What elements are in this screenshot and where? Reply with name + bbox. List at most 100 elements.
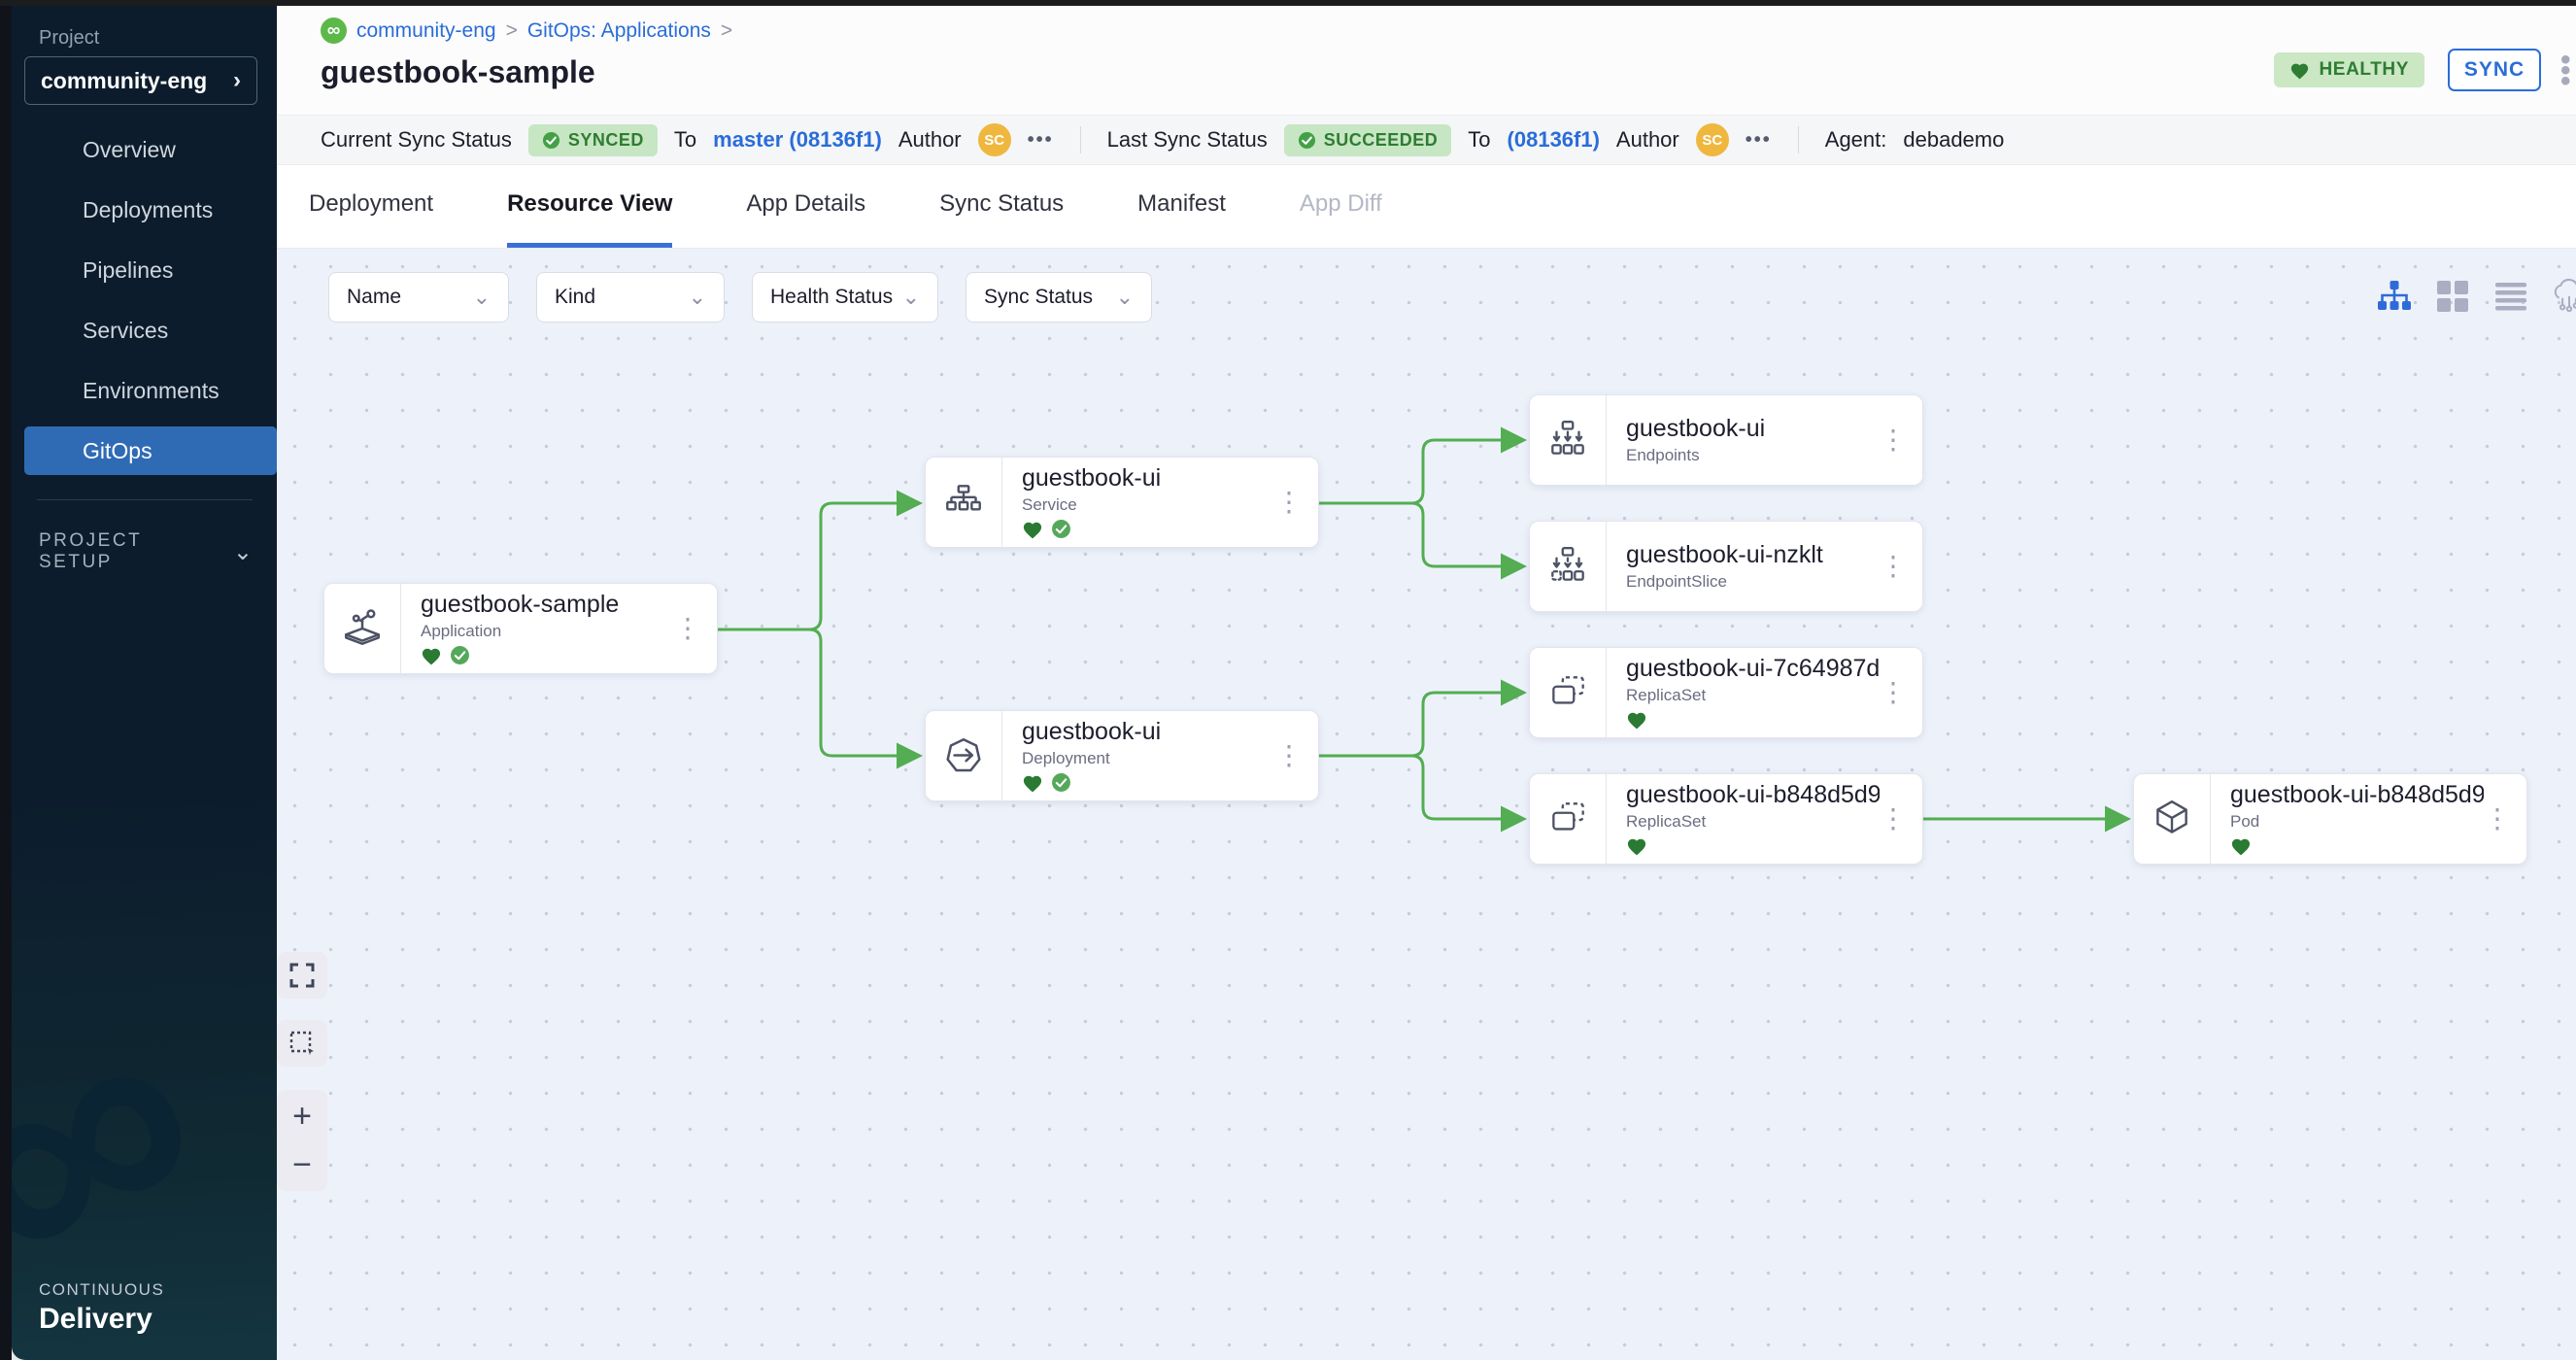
filter-name-dropdown[interactable]: Name⌄ xyxy=(328,272,509,323)
chevron-down-icon: ⌄ xyxy=(233,538,253,566)
node-kind: EndpointSlice xyxy=(1626,572,1823,592)
tab-manifest[interactable]: Manifest xyxy=(1137,165,1226,248)
tab-sync-status[interactable]: Sync Status xyxy=(939,165,1064,248)
view-mode-switcher xyxy=(2376,278,2576,315)
last-revision-link[interactable]: (08136f1) xyxy=(1508,127,1600,153)
author-avatar: SC xyxy=(978,123,1011,156)
synced-check-icon xyxy=(450,645,470,665)
main-area: ∞ community-eng > GitOps: Applications >… xyxy=(277,0,2576,1360)
filter-health-status-dropdown[interactable]: Health Status⌄ xyxy=(752,272,938,323)
node-title: guestbook-ui xyxy=(1022,464,1161,493)
sync-button[interactable]: SYNC xyxy=(2448,49,2541,91)
chevron-down-icon: ⌄ xyxy=(473,285,491,310)
node-kind: Application xyxy=(421,622,619,641)
node-kebab-icon[interactable]: ⋮ xyxy=(1275,489,1318,516)
fit-selection-button[interactable] xyxy=(277,1020,327,1067)
node-title: guestbook-sample xyxy=(421,591,619,619)
more-commits-icon[interactable]: ••• xyxy=(1028,129,1054,152)
list-view-icon[interactable] xyxy=(2492,278,2529,315)
tab-deployment[interactable]: Deployment xyxy=(309,165,433,248)
current-sync-label: Current Sync Status xyxy=(321,127,512,153)
agent-label: Agent: xyxy=(1825,127,1887,153)
node-kind: Endpoints xyxy=(1626,446,1765,465)
node-title: guestbook-ui xyxy=(1626,415,1765,443)
gitops-app-icon: ∞ xyxy=(321,17,347,44)
node-title: guestbook-ui-7c64987dc9 xyxy=(1626,655,1880,683)
health-status-badge: HEALTHY xyxy=(2274,52,2424,87)
node-replicaset-b848d5d9d[interactable]: guestbook-ui-b848d5d9d ReplicaSet ⋮ xyxy=(1529,773,1923,865)
fullscreen-icon xyxy=(289,963,315,988)
node-application[interactable]: guestbook-sample Application ⋮ xyxy=(323,583,718,674)
chevron-down-icon: ⌄ xyxy=(689,285,706,310)
sidebar-item-environments[interactable]: Environments xyxy=(24,366,277,415)
brand-line1: CONTINUOUS xyxy=(39,1280,164,1300)
node-kebab-icon[interactable]: ⋮ xyxy=(674,615,717,642)
sidebar-divider xyxy=(37,499,253,500)
project-selector[interactable]: community-eng › xyxy=(24,56,257,105)
node-title: guestbook-ui-b848d5d9... xyxy=(2230,781,2484,809)
to-label: To xyxy=(674,127,696,153)
healthy-heart-icon xyxy=(2230,836,2252,856)
sidebar-item-pipelines[interactable]: Pipelines xyxy=(24,246,277,294)
brand-line2: Delivery xyxy=(39,1303,164,1336)
tab-resource-view[interactable]: Resource View xyxy=(507,165,672,248)
filter-sync-status-dropdown[interactable]: Sync Status⌄ xyxy=(966,272,1152,323)
breadcrumb-section-link[interactable]: GitOps: Applications xyxy=(527,19,711,43)
node-status xyxy=(2230,834,2484,858)
healthy-heart-icon xyxy=(1626,836,1647,856)
fullscreen-button[interactable] xyxy=(277,952,327,999)
replicaset-icon xyxy=(1530,648,1607,737)
node-deployment[interactable]: guestbook-ui Deployment ⋮ xyxy=(925,710,1319,801)
node-kebab-icon[interactable]: ⋮ xyxy=(1275,742,1318,769)
breadcrumb-separator: > xyxy=(506,19,518,43)
node-kind: Service xyxy=(1022,495,1161,515)
node-kebab-icon[interactable]: ⋮ xyxy=(2484,805,2526,833)
chevron-down-icon: ⌄ xyxy=(1116,285,1134,310)
current-revision-link[interactable]: master (08136f1) xyxy=(713,127,882,153)
grid-view-icon[interactable] xyxy=(2434,278,2471,315)
agent-value: debademo xyxy=(1903,127,2004,153)
node-kebab-icon[interactable]: ⋮ xyxy=(1880,426,1922,454)
breadcrumb-project-link[interactable]: community-eng xyxy=(356,19,496,43)
node-kebab-icon[interactable]: ⋮ xyxy=(1880,553,1922,580)
node-kind: ReplicaSet xyxy=(1626,812,1880,832)
cloud-view-icon[interactable] xyxy=(2551,278,2576,315)
brand-logo: CONTINUOUS Delivery xyxy=(39,1280,164,1336)
node-endpoints[interactable]: guestbook-ui Endpoints ⋮ xyxy=(1529,394,1923,486)
filter-kind-dropdown[interactable]: Kind⌄ xyxy=(536,272,725,323)
sidebar-item-services[interactable]: Services xyxy=(24,306,277,355)
to-label: To xyxy=(1468,127,1490,153)
window-left-edge xyxy=(0,0,12,1360)
divider xyxy=(1080,126,1081,153)
tab-app-diff: App Diff xyxy=(1300,165,1382,248)
more-commits-icon[interactable]: ••• xyxy=(1746,129,1772,152)
sidebar-item-overview[interactable]: Overview xyxy=(24,125,277,174)
project-label: Project xyxy=(39,27,99,50)
node-pod[interactable]: guestbook-ui-b848d5d9... Pod ⋮ xyxy=(2133,773,2527,865)
node-kebab-icon[interactable]: ⋮ xyxy=(1880,679,1922,706)
divider xyxy=(1798,126,1799,153)
node-title: guestbook-ui xyxy=(1022,718,1161,746)
resource-tree-canvas[interactable]: Name⌄ Kind⌄ Health Status⌄ Sync Status⌄ xyxy=(277,249,2576,1360)
node-replicaset-7c64987dc9[interactable]: guestbook-ui-7c64987dc9 ReplicaSet ⋮ xyxy=(1529,647,1923,738)
healthy-heart-icon xyxy=(1022,520,1043,539)
header-kebab-menu-icon[interactable]: ••• xyxy=(2560,54,2574,86)
zoom-out-button[interactable]: − xyxy=(292,1148,312,1181)
node-status xyxy=(1022,518,1161,541)
node-title: guestbook-ui-b848d5d9d xyxy=(1626,781,1880,809)
sidebar-item-gitops[interactable]: GitOps xyxy=(24,426,277,475)
sidebar-item-deployments[interactable]: Deployments xyxy=(24,186,277,234)
node-endpointslice[interactable]: guestbook-ui-nzklt EndpointSlice ⋮ xyxy=(1529,521,1923,612)
page-header: ∞ community-eng > GitOps: Applications >… xyxy=(277,0,2576,115)
node-status xyxy=(1626,708,1880,731)
project-setup-toggle[interactable]: PROJECT SETUP ⌄ xyxy=(39,530,253,573)
service-icon xyxy=(926,458,1002,547)
node-status xyxy=(1626,834,1880,858)
node-service[interactable]: guestbook-ui Service ⋮ xyxy=(925,457,1319,548)
tree-view-icon[interactable] xyxy=(2376,278,2413,315)
tab-app-details[interactable]: App Details xyxy=(746,165,865,248)
node-kebab-icon[interactable]: ⋮ xyxy=(1880,805,1922,833)
node-title: guestbook-ui-nzklt xyxy=(1626,541,1823,569)
zoom-in-button[interactable]: + xyxy=(292,1100,312,1133)
health-badge-label: HEALTHY xyxy=(2319,59,2409,81)
